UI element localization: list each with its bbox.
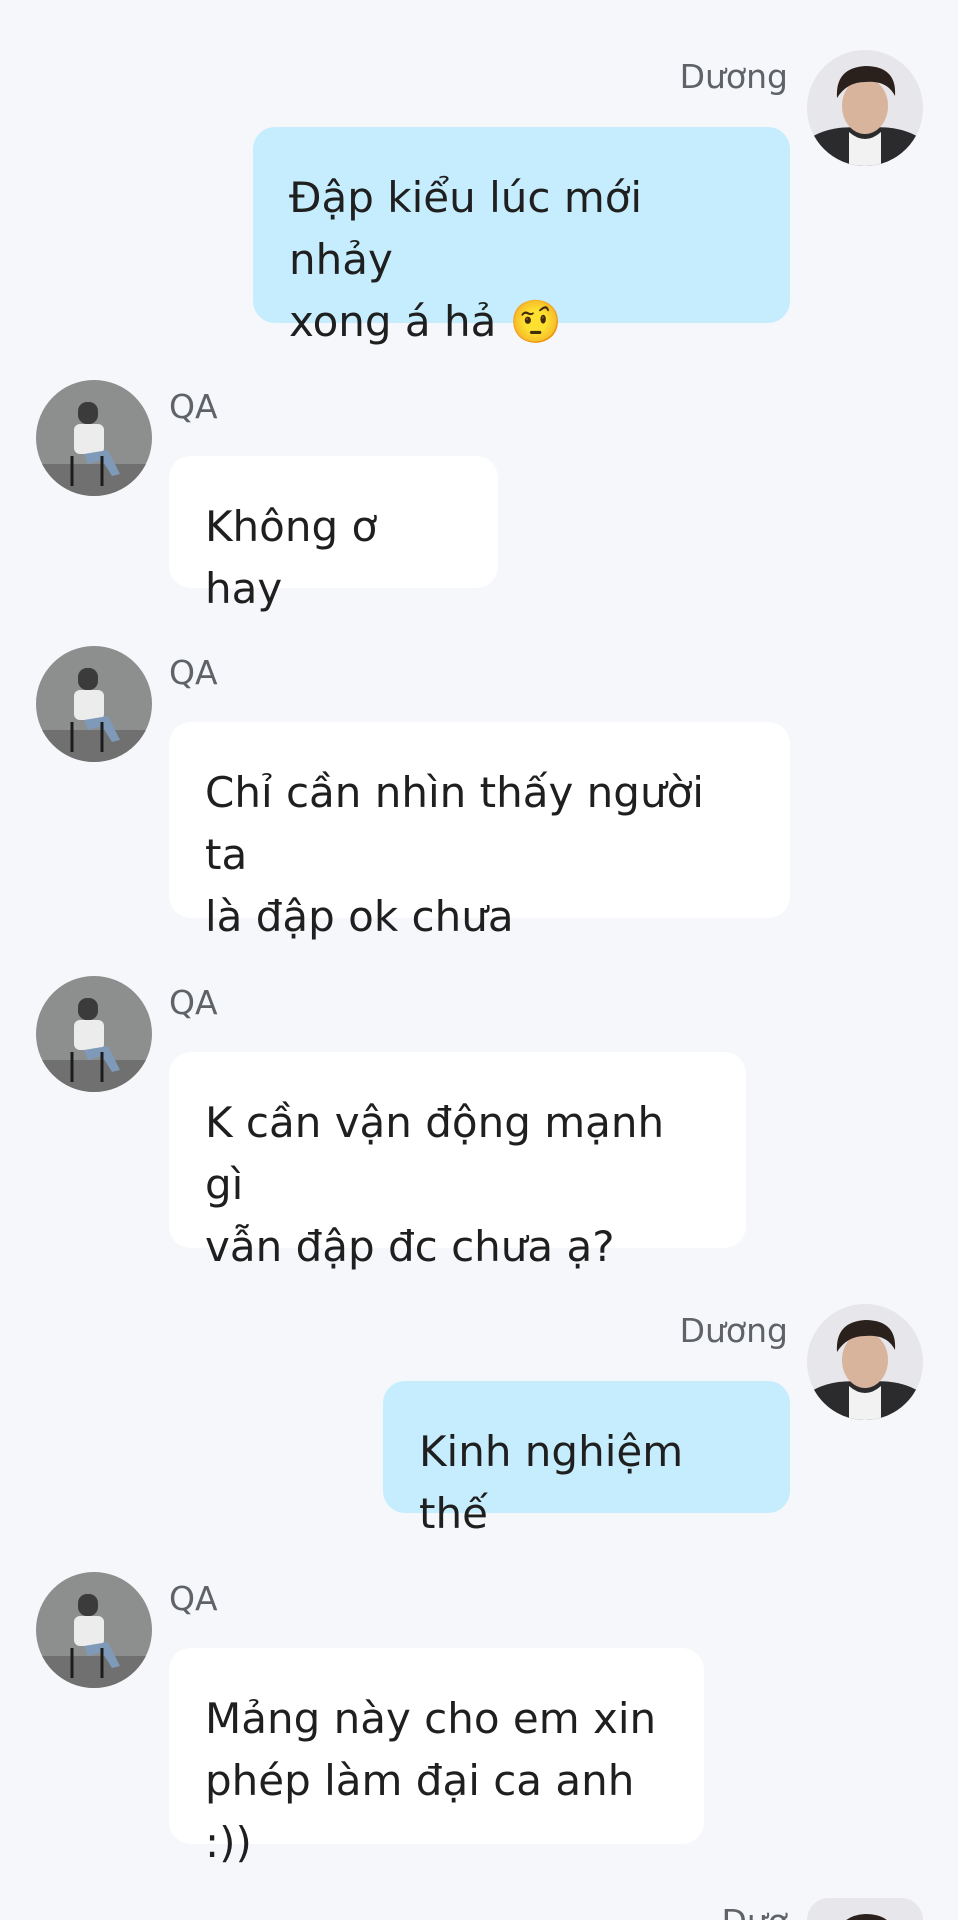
avatar-duong[interactable]	[807, 1898, 923, 1920]
chat-thread: Dương Đập kiểu lúc mới nhảy xong á hả 🤨 …	[0, 0, 958, 1920]
sender-name: QA	[169, 387, 218, 426]
sender-name: Dươ	[721, 1905, 788, 1920]
message-bubble[interactable]: Mảng này cho em xin phép làm đại ca anh …	[169, 1648, 704, 1867]
sender-name: QA	[169, 1579, 218, 1618]
message-bubble[interactable]: Kinh nghiệm thế	[383, 1381, 790, 1538]
sender-name: QA	[169, 653, 218, 692]
avatar-qa[interactable]	[36, 646, 152, 762]
sender-name: Dương	[679, 1311, 788, 1350]
avatar-duong[interactable]	[807, 50, 923, 166]
avatar-duong[interactable]	[807, 1304, 923, 1420]
message-bubble[interactable]: Không ơ hay	[169, 456, 498, 613]
sender-name: QA	[169, 983, 218, 1022]
message-bubble[interactable]: Đập kiểu lúc mới nhảy xong á hả 🤨	[253, 127, 790, 346]
message-bubble[interactable]: Chỉ cần nhìn thấy người ta là đập ok chư…	[169, 722, 790, 941]
message-bubble[interactable]: K cần vận động mạnh gì vẫn đập đc chưa ạ…	[169, 1052, 746, 1271]
avatar-qa[interactable]	[36, 976, 152, 1092]
avatar-qa[interactable]	[36, 1572, 152, 1688]
avatar-qa[interactable]	[36, 380, 152, 496]
sender-name: Dương	[679, 57, 788, 96]
